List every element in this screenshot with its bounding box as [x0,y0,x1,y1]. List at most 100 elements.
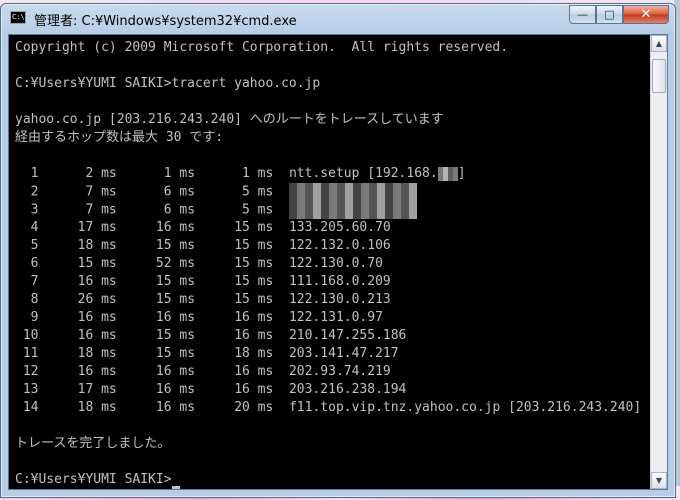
prompt-text: C:¥Users¥YUMI SAIKI> [15,472,172,487]
hop-row: 8 26 ms 15 ms 15 ms 122.130.0.213 [15,291,650,309]
hop-time-2: 16 ms [155,364,196,379]
hop-time-2: 52 ms [155,256,196,271]
hop-host: 210.147.255.186 [288,328,407,343]
hop-host-tail: ] [457,166,466,181]
hop-number: 9 [30,310,39,325]
console-output[interactable]: Copyright (c) 2009 Microsoft Corporation… [9,35,650,489]
hop-time-2: 16 ms [155,400,196,415]
hop-number: 6 [30,256,39,271]
hop-number: 4 [30,220,39,235]
hop-host: 122.130.0.70 [288,256,383,271]
hop-host: 122.131.0.97 [288,310,383,325]
window-controls: — □ ✕ [569,5,669,25]
hop-host: 203.141.47.217 [288,346,399,361]
hop-number: 10 [22,328,39,343]
hop-host: 122.130.0.213 [288,292,391,307]
hop-time-3: 15 ms [234,256,274,271]
hop-host: f11.top.vip.tnz.yahoo.co.jp [203.216.243… [288,400,642,415]
redacted-host [288,183,417,201]
hop-number: 3 [30,202,39,218]
hop-number: 8 [30,292,39,307]
scroll-down-icon[interactable]: ▼ [651,472,667,489]
hop-host: 111.168.0.209 [288,274,391,289]
hop-time-1: 26 ms [77,292,117,307]
console-area: Copyright (c) 2009 Microsoft Corporation… [8,34,668,490]
hop-time-2: 15 ms [155,292,196,307]
hop-time-3: 18 ms [234,346,274,361]
scroll-up-icon[interactable]: ▲ [651,35,667,52]
route-header-line: yahoo.co.jp [203.216.243.240] へのルートをトレース… [15,112,444,127]
hop-time-2: 15 ms [155,328,196,343]
hop-time-3: 16 ms [234,364,274,379]
hop-time-1: 16 ms [77,364,117,379]
hop-list: 1 2 ms 1 ms 1 ms ntt.setup [192.168.] 2 … [15,165,650,417]
hop-time-2: 15 ms [155,238,196,253]
hop-time-2: 6 ms [163,202,196,218]
hop-time-3: 16 ms [234,328,274,343]
hop-time-3: 20 ms [234,400,274,415]
hop-number: 11 [22,346,39,361]
hop-time-2: 1 ms [163,166,196,181]
hop-time-3: 15 ms [234,220,274,235]
hop-number: 1 [30,166,39,181]
hop-time-1: 2 ms [85,166,117,181]
hop-time-1: 17 ms [77,382,117,397]
hop-time-2: 15 ms [155,346,196,361]
hop-number: 13 [22,382,39,397]
hop-time-1: 15 ms [77,256,117,271]
close-button[interactable]: ✕ [623,5,669,24]
hop-number: 2 [30,184,39,200]
hop-number: 12 [22,364,39,379]
hop-row: 4 17 ms 16 ms 15 ms 133.205.60.70 [15,219,650,237]
hop-time-2: 16 ms [155,220,196,235]
title-bar[interactable]: C:\ 管理者: C:¥Windows¥system32¥cmd.exe — □… [1,4,675,32]
hop-time-1: 7 ms [85,184,117,200]
cmd-window: C:\ 管理者: C:¥Windows¥system32¥cmd.exe — □… [0,3,676,498]
hop-number: 14 [22,400,39,415]
command-line: C:¥Users¥YUMI SAIKI>tracert yahoo.co.jp [15,76,321,91]
hop-row: 2 7 ms 6 ms 5 ms [15,183,650,201]
hop-time-1: 7 ms [85,202,117,218]
hop-time-1: 16 ms [77,274,117,289]
hop-time-3: 15 ms [234,238,274,253]
cmd-app-icon[interactable]: C:\ [10,11,26,24]
text-cursor [171,486,180,489]
prompt-line: C:¥Users¥YUMI SAIKI> [15,471,650,489]
hop-time-1: 17 ms [77,220,117,235]
max-hops-line: 経由するホップ数は最大 30 です: [15,130,224,145]
hop-row: 7 16 ms 15 ms 15 ms 111.168.0.209 [15,273,650,291]
hop-host: 133.205.60.70 [288,220,391,235]
hop-time-1: 18 ms [77,238,117,253]
hop-row: 12 16 ms 16 ms 16 ms 202.93.74.219 [15,363,650,381]
hop-host: 122.132.0.106 [288,238,391,253]
hop-row: 13 17 ms 16 ms 16 ms 203.216.238.194 [15,381,650,399]
hop-time-2: 15 ms [155,274,196,289]
redacted-host [288,201,417,219]
scrollbar-thumb[interactable] [652,59,666,93]
hop-number: 7 [30,274,39,289]
hop-time-3: 16 ms [234,310,274,325]
hop-number: 5 [30,238,39,253]
hop-host: ntt.setup [192.168. [288,166,438,181]
hop-time-3: 5 ms [242,202,274,218]
hop-row: 5 18 ms 15 ms 15 ms 122.132.0.106 [15,237,650,255]
hop-host: 203.216.238.194 [288,382,407,397]
hop-time-3: 1 ms [242,166,274,181]
hop-time-3: 15 ms [234,274,274,289]
window-title: 管理者: C:¥Windows¥system32¥cmd.exe [34,14,297,29]
maximize-button[interactable]: □ [596,5,623,24]
hop-row: 11 18 ms 15 ms 18 ms 203.141.47.217 [15,345,650,363]
hop-time-2: 6 ms [163,184,196,200]
minimize-button[interactable]: — [569,5,596,24]
trace-complete-line: トレースを完了しました。 [15,436,171,451]
hop-row: 3 7 ms 6 ms 5 ms [15,201,650,219]
redacted-octet [437,166,458,181]
hop-time-2: 16 ms [155,382,196,397]
vertical-scrollbar[interactable]: ▲ ▼ [650,35,667,489]
hop-time-2: 16 ms [155,310,196,325]
